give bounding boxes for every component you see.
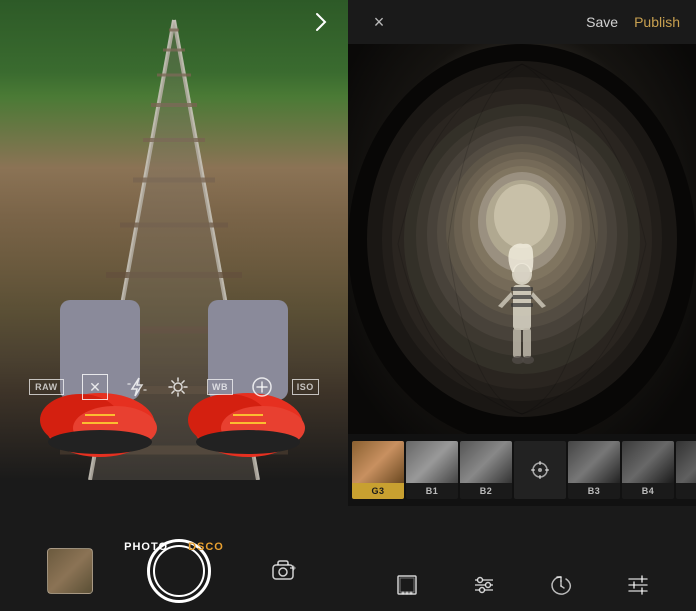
filter-b4-thumb — [622, 441, 674, 483]
raw-label[interactable]: RAW — [29, 379, 64, 395]
filter-b3[interactable]: B3 — [568, 441, 620, 499]
editor-photo — [348, 44, 696, 434]
plus-button[interactable] — [251, 376, 273, 398]
mode-selector: PHOTO DSCO — [0, 541, 348, 553]
filter-b2-label: B2 — [460, 483, 512, 499]
iso-label: ISO — [292, 379, 319, 395]
right-panel: × Save Publish — [348, 0, 696, 611]
editor-toolbar — [348, 559, 696, 611]
camera-viewfinder: RAW ✕ — [0, 0, 348, 480]
frame-icon — [395, 573, 419, 597]
filter-b5-label: B5 — [676, 483, 696, 499]
left-panel: RAW ✕ — [0, 0, 348, 611]
filter-b5-thumb — [676, 441, 696, 483]
frame-button[interactable] — [389, 567, 425, 603]
plus-icon — [251, 376, 273, 398]
history-button[interactable] — [543, 567, 579, 603]
filter-b5[interactable]: B5 — [676, 441, 696, 499]
wb-label: WB — [207, 379, 233, 395]
filter-g3-thumb — [352, 441, 404, 483]
filter-g3[interactable]: G3 — [352, 441, 404, 499]
filter-target[interactable] — [514, 441, 566, 499]
filter-b4[interactable]: B4 — [622, 441, 674, 499]
adjust-icon — [626, 573, 650, 597]
filter-b2-thumb — [460, 441, 512, 483]
publish-button[interactable]: Publish — [634, 14, 680, 30]
photo-mode-label[interactable]: PHOTO — [124, 541, 168, 553]
close-button[interactable]: × — [364, 7, 394, 37]
sun-button[interactable] — [167, 376, 189, 398]
flip-camera-icon — [269, 557, 297, 585]
save-button[interactable]: Save — [586, 14, 618, 30]
chevron-right-control[interactable] — [309, 10, 333, 34]
filter-b3-label: B3 — [568, 483, 620, 499]
editor-header: × Save Publish — [348, 0, 696, 44]
flip-camera-button[interactable] — [265, 553, 301, 589]
bw-background — [348, 44, 696, 434]
flash-button[interactable] — [126, 376, 148, 398]
header-actions: Save Publish — [586, 14, 680, 30]
raw-button[interactable]: RAW — [29, 379, 64, 395]
camera-tools: RAW ✕ — [0, 374, 348, 400]
filter-b3-thumb — [568, 441, 620, 483]
x-icon[interactable]: ✕ — [82, 374, 108, 400]
history-icon — [549, 573, 573, 597]
filter-b1-thumb — [406, 441, 458, 483]
gallery-thumbnail[interactable] — [47, 548, 93, 594]
filter-b1-label: B1 — [406, 483, 458, 499]
x-button[interactable]: ✕ — [82, 374, 108, 400]
chevron-right-icon[interactable] — [309, 10, 333, 34]
filter-b4-label: B4 — [622, 483, 674, 499]
sliders-button[interactable] — [466, 567, 502, 603]
filter-b1[interactable]: B1 — [406, 441, 458, 499]
target-icon — [530, 460, 550, 480]
adjust-button[interactable] — [620, 567, 656, 603]
flash-icon — [126, 376, 148, 398]
sliders-icon — [472, 573, 496, 597]
filter-g3-label: G3 — [352, 483, 404, 499]
wb-button[interactable]: WB — [207, 379, 233, 395]
iso-button[interactable]: ISO — [292, 379, 319, 395]
filter-b2[interactable]: B2 — [460, 441, 512, 499]
filter-strip: G3 B1 B2 B3 — [348, 434, 696, 506]
dsco-mode-label[interactable]: DSCO — [188, 541, 224, 553]
sun-icon — [167, 376, 189, 398]
